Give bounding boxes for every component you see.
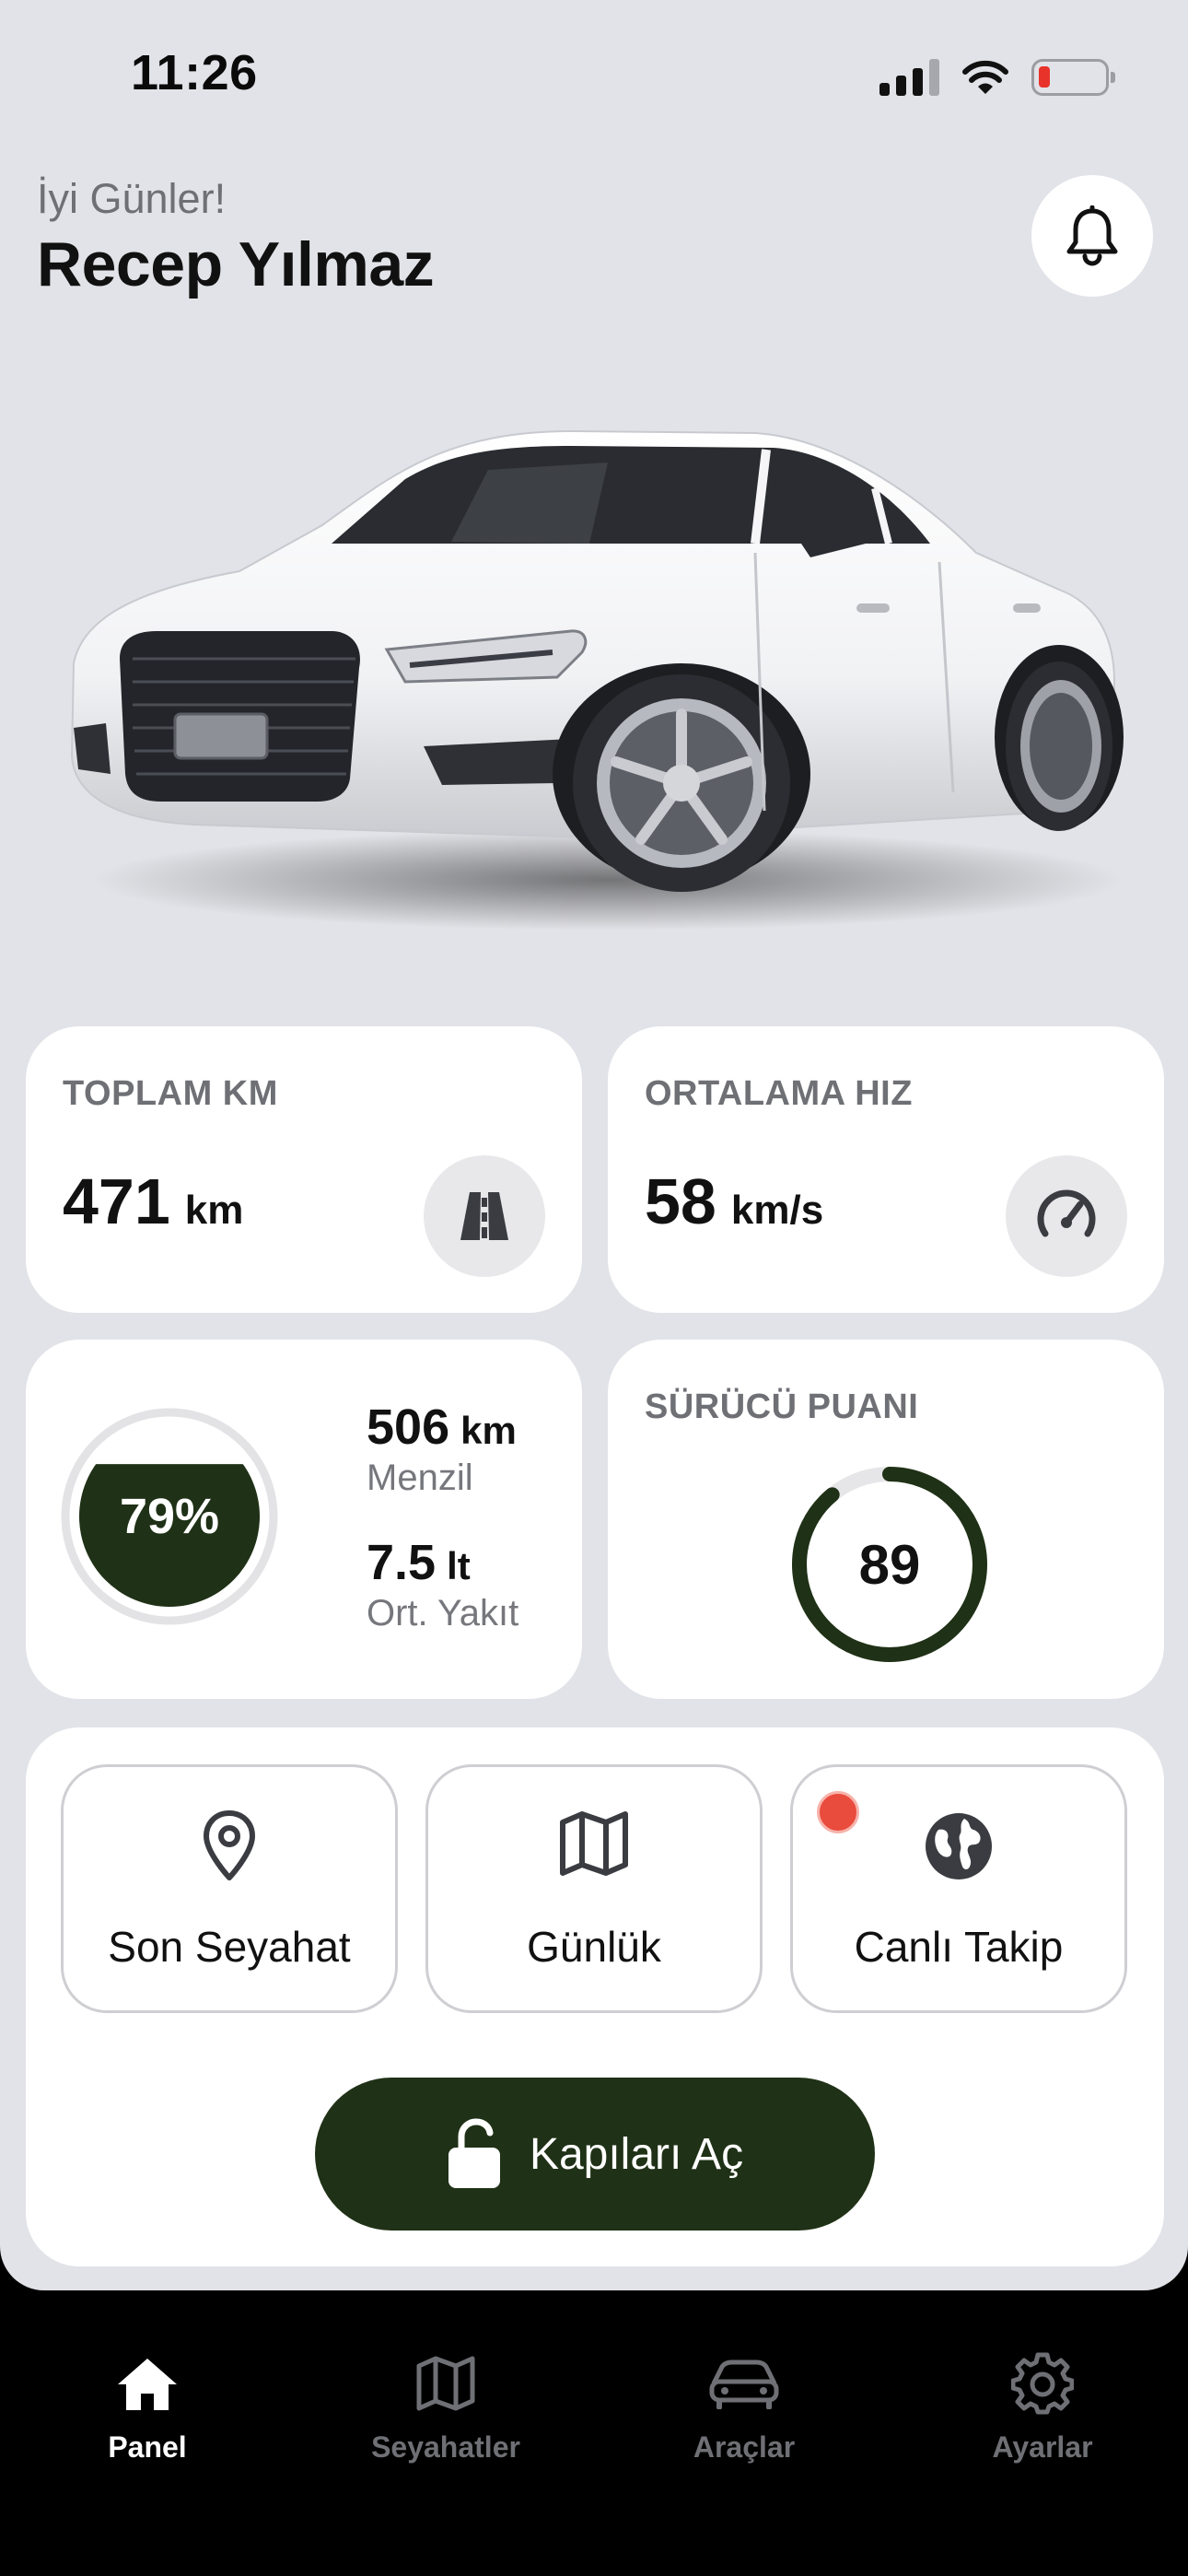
total-km-unit: km	[184, 1188, 244, 1233]
status-time: 11:26	[131, 45, 258, 100]
avg-speed-card[interactable]: ORTALAMA HIZ 58 km/s	[608, 1026, 1164, 1313]
greeting-text: İyi Günler!	[37, 175, 227, 222]
fuel-info: 506 km Menzil 7.5 lt Ort. Yakıt	[367, 1399, 518, 1669]
range-unit: km	[460, 1409, 517, 1452]
total-km-number: 471	[63, 1165, 170, 1237]
location-pin-icon	[204, 1810, 255, 1880]
daily-log-button[interactable]: Günlük	[425, 1764, 763, 2013]
unlock-icon	[448, 2118, 500, 2188]
speedometer-icon-badge	[1006, 1155, 1127, 1277]
map-icon	[560, 1811, 628, 1876]
daily-log-label: Günlük	[527, 1923, 661, 1971]
consumption-label: Ort. Yakıt	[367, 1593, 519, 1633]
unlock-doors-button[interactable]: Kapıları Aç	[315, 2078, 875, 2231]
range-value: 506	[367, 1399, 450, 1455]
speedometer-icon	[1037, 1189, 1096, 1237]
avg-speed-value: 58 km/s	[645, 1165, 823, 1238]
road-icon	[460, 1192, 508, 1240]
tab-panel[interactable]: Panel	[28, 2351, 267, 2465]
last-trip-label: Son Seyahat	[108, 1923, 351, 1971]
bell-icon	[1066, 205, 1118, 266]
avg-speed-label: ORTALAMA HIZ	[645, 1074, 913, 1113]
battery-icon	[1031, 59, 1115, 96]
tab-panel-label: Panel	[108, 2430, 187, 2464]
user-name: Recep Yılmaz	[37, 229, 435, 299]
tab-trips[interactable]: Seyahatler	[326, 2351, 565, 2465]
status-icons	[879, 57, 1115, 98]
total-km-label: TOPLAM KM	[63, 1074, 278, 1113]
avg-speed-number: 58	[645, 1165, 716, 1237]
quick-actions-panel: Son Seyahat Günlük Canlı Takip Kapıları …	[26, 1727, 1164, 2266]
tab-trips-label: Seyahatler	[371, 2430, 520, 2464]
driver-score-value: 89	[858, 1533, 921, 1596]
tab-settings[interactable]: Ayarlar	[923, 2351, 1162, 2465]
tab-vehicles[interactable]: Araçlar	[624, 2351, 864, 2465]
app-screen: 11:26 İyi Günler! Recep Yılmaz TOPLAM KM…	[0, 0, 1188, 2290]
road-icon-badge	[424, 1155, 545, 1277]
consumption-value: 7.5	[367, 1535, 437, 1590]
unlock-doors-label: Kapıları Aç	[529, 2129, 744, 2179]
wifi-icon	[962, 60, 1008, 94]
driver-score-card[interactable]: SÜRÜCÜ PUANI 89	[608, 1340, 1164, 1699]
total-km-card[interactable]: TOPLAM KM 471 km	[26, 1026, 582, 1313]
cellular-signal-icon	[879, 59, 939, 96]
last-trip-button[interactable]: Son Seyahat	[61, 1764, 398, 2013]
range-label: Menzil	[367, 1458, 473, 1498]
vehicle-image	[70, 429, 1124, 931]
driver-score-label: SÜRÜCÜ PUANI	[645, 1388, 919, 1426]
fuel-percent: 79%	[119, 1489, 220, 1544]
avg-speed-unit: km/s	[730, 1188, 824, 1233]
tab-vehicles-label: Araçlar	[693, 2430, 796, 2464]
notifications-button[interactable]	[1031, 175, 1153, 297]
live-tracking-label: Canlı Takip	[854, 1923, 1064, 1971]
map-icon	[416, 2356, 475, 2411]
home-icon	[118, 2359, 177, 2410]
consumption-unit: lt	[447, 1544, 471, 1587]
live-tracking-button[interactable]: Canlı Takip	[790, 1764, 1127, 2013]
tab-settings-label: Ayarlar	[992, 2430, 1093, 2464]
fuel-card[interactable]: 79% 506 km Menzil 7.5 lt Ort. Yakıt	[26, 1340, 582, 1699]
globe-icon	[926, 1813, 992, 1879]
total-km-value: 471 km	[63, 1165, 243, 1238]
bottom-tab-bar: Panel Seyahatler Araçlar Ayarlar	[0, 2290, 1188, 2576]
gear-icon	[1011, 2352, 1074, 2415]
car-icon	[709, 2359, 779, 2409]
